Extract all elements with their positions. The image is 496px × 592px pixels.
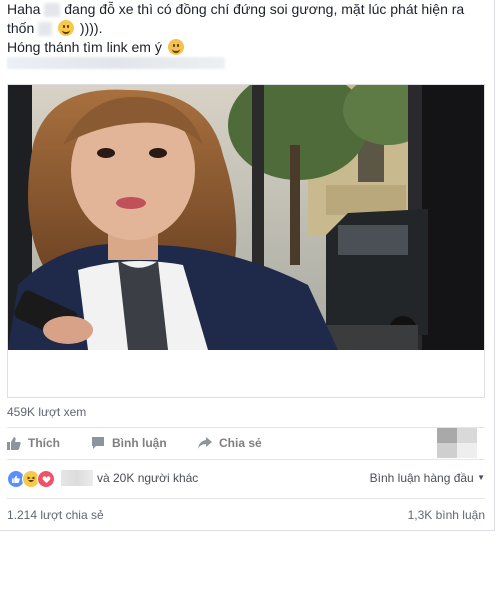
video-thumbnail-image	[8, 85, 484, 350]
post-text-segment: )))).	[79, 20, 103, 36]
video-player[interactable]	[8, 85, 484, 350]
divider	[7, 459, 485, 460]
share-icon	[198, 437, 212, 449]
caret-down-icon: ▼	[477, 473, 485, 482]
post-text-segment: đang đỗ xe thì có đồng chí đứng soi gươn…	[64, 1, 465, 17]
divider	[7, 498, 485, 499]
post-text-segment: Hóng thánh tìm link em ý	[7, 39, 162, 55]
love-reaction-icon	[37, 470, 55, 488]
video-container	[7, 84, 485, 398]
reaction-count[interactable]: và 20K người khác	[97, 471, 198, 485]
comment-button[interactable]: Bình luận	[91, 434, 167, 452]
redacted-name	[44, 3, 61, 18]
post-text-line-1: Haha đang đỗ xe thì có đồng chí đứng soi…	[7, 0, 492, 19]
comment-count[interactable]: 1,3K bình luận	[408, 508, 485, 522]
reactions-row: và 20K người khác Bình luận hàng đầu ▼	[7, 466, 485, 490]
comment-icon	[92, 437, 104, 449]
share-button[interactable]: Chia sẻ	[197, 434, 262, 452]
post-text-segment: Haha	[7, 1, 41, 17]
comment-sort-label: Bình luận hàng đầu	[369, 471, 474, 485]
page-avatar-selector[interactable]	[437, 428, 477, 458]
action-bar: Thích Bình luận Chia sẻ	[7, 428, 485, 458]
redacted-text	[38, 22, 53, 37]
like-label: Thích	[28, 436, 60, 450]
wink-emoji-icon	[167, 39, 184, 55]
post-text-segment: thốn	[7, 20, 35, 36]
redacted-line	[7, 57, 225, 69]
share-count[interactable]: 1.214 lượt chia sẻ	[7, 508, 104, 522]
smile-emoji-icon	[58, 20, 75, 36]
post-text: Haha đang đỗ xe thì có đồng chí đứng soi…	[7, 0, 492, 57]
reaction-icons[interactable]	[7, 470, 55, 488]
post-text-line-3: Hóng thánh tìm link em ý	[7, 38, 492, 57]
thumbs-up-icon	[7, 437, 21, 450]
comment-sort-dropdown[interactable]: Bình luận hàng đầu ▼	[370, 471, 485, 485]
view-count: 459K lượt xem	[7, 405, 87, 419]
share-label: Chia sẻ	[219, 436, 262, 450]
like-button[interactable]: Thích	[7, 434, 60, 452]
redacted-reactor-name	[61, 470, 93, 486]
facebook-post-card: Haha đang đỗ xe thì có đồng chí đứng soi…	[0, 0, 495, 531]
comment-label: Bình luận	[112, 436, 167, 450]
post-text-line-2: thốn )))).	[7, 19, 492, 38]
